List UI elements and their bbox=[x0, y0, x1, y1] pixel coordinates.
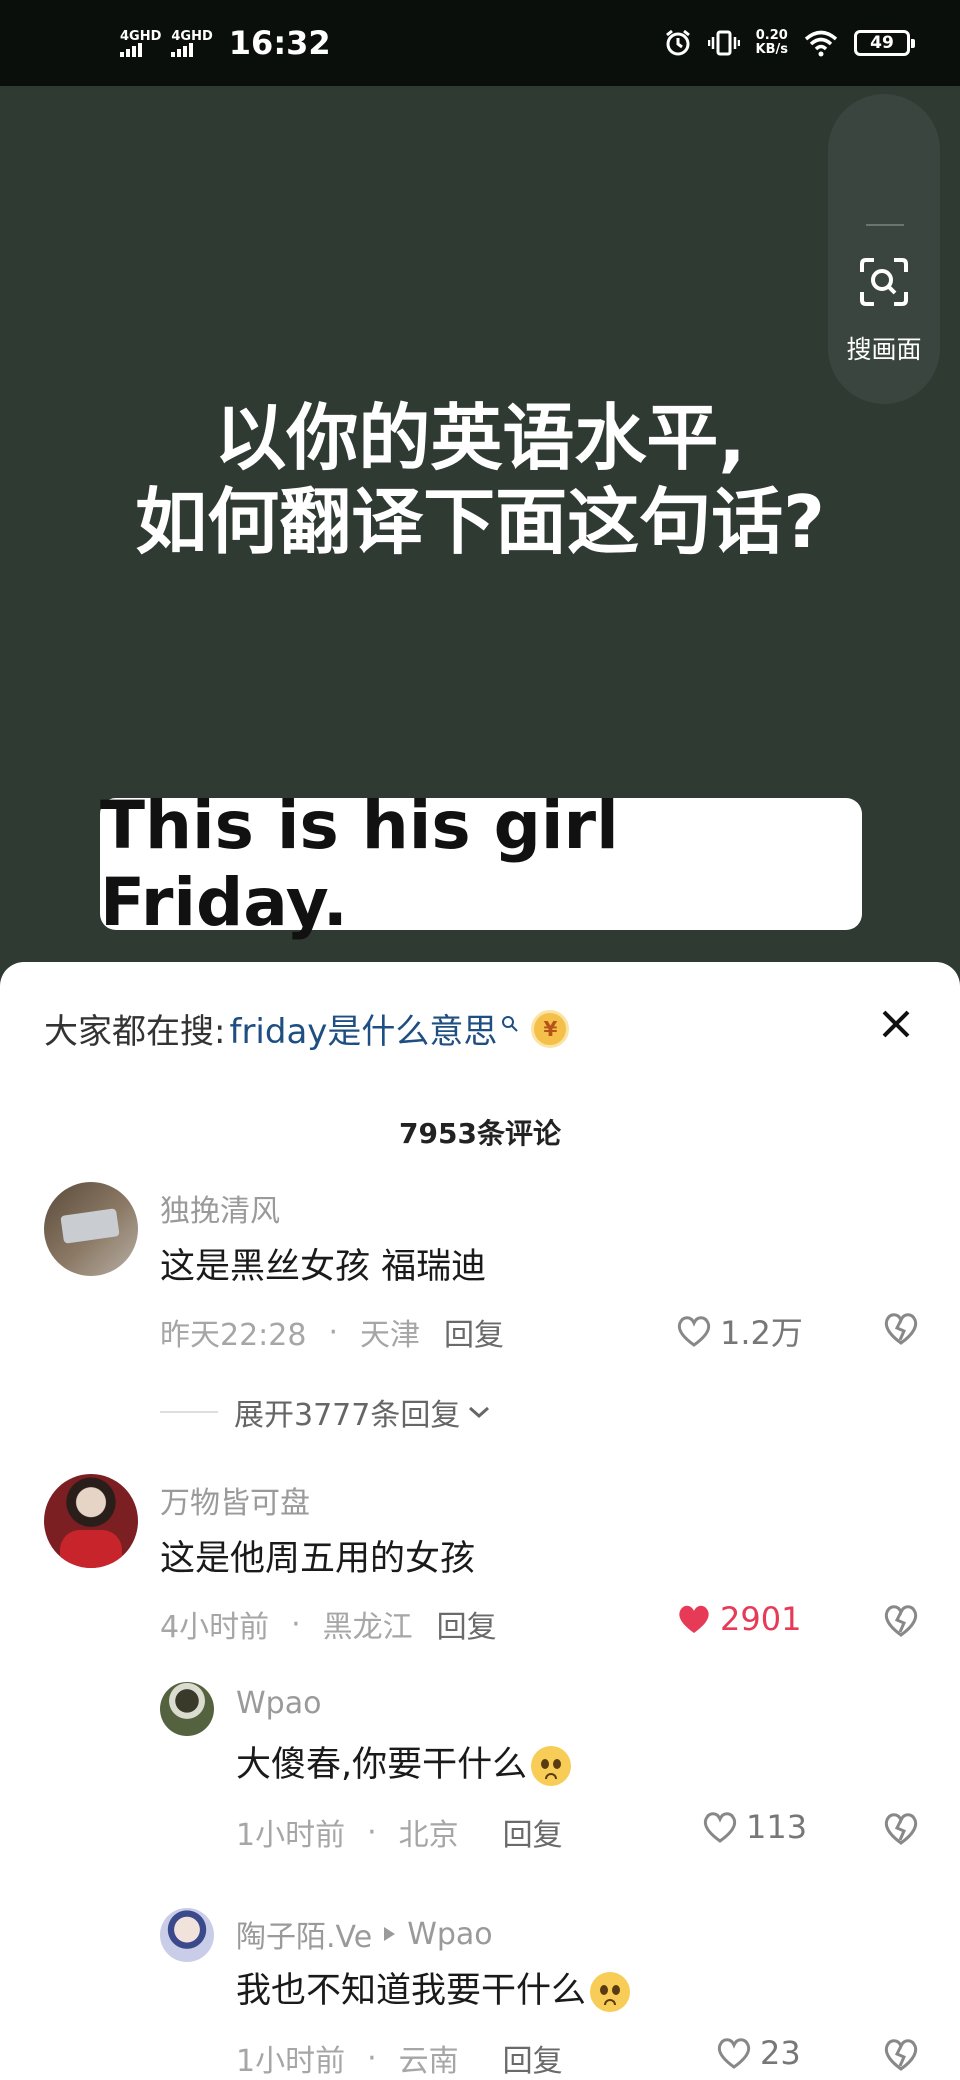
net-speed-value: 0.20 bbox=[755, 28, 788, 43]
wifi-icon bbox=[804, 30, 838, 57]
comment-time: 昨天22:28 bbox=[160, 1318, 307, 1353]
image-search-icon bbox=[860, 258, 908, 306]
comment-time: 4小时前 bbox=[160, 1610, 270, 1645]
reply-time: 1小时前 bbox=[236, 1818, 346, 1853]
headline-line-1: 以你的英语水平, bbox=[214, 396, 746, 480]
reply-username[interactable]: Wpao bbox=[236, 1686, 321, 1721]
reply-button[interactable]: 回复 bbox=[437, 1602, 497, 1646]
like-button[interactable]: 1.2万 bbox=[676, 1308, 803, 1354]
network-speed: 0.20 KB/s bbox=[756, 29, 788, 57]
quote-card: This is his girl Friday. bbox=[100, 787, 862, 941]
reply-text-content: 我也不知道我要干什么 bbox=[236, 1971, 587, 2011]
status-bar: 4GHD 4GHD 16:32 0.20 KB/s 49 bbox=[0, 0, 960, 86]
headline-line-2: 如何翻译下面这句话? bbox=[135, 480, 825, 564]
dislike-icon[interactable] bbox=[882, 1310, 920, 1346]
like-count: 113 bbox=[746, 1808, 808, 1846]
search-screen-label: 搜画面 bbox=[846, 335, 922, 364]
signal-label: 4GHD bbox=[171, 28, 213, 44]
reply-text: 我也不知道我要干什么 bbox=[236, 1962, 631, 2013]
reply-location: 北京 bbox=[398, 1818, 459, 1853]
avatar[interactable] bbox=[160, 1682, 214, 1736]
heart-outline-icon bbox=[703, 1812, 737, 1843]
dislike-icon[interactable] bbox=[882, 2036, 920, 2072]
avatar[interactable] bbox=[44, 1182, 138, 1276]
like-button[interactable]: 2901 bbox=[676, 1600, 801, 1638]
reply-username[interactable]: 陶子陌.Ve bbox=[236, 1912, 372, 1956]
comment-meta: 昨天22:28 · 天津 回复 bbox=[160, 1310, 504, 1354]
avatar[interactable] bbox=[44, 1474, 138, 1568]
quote-text: This is his girl Friday. bbox=[100, 787, 619, 941]
comment-count: 7953条评论 bbox=[399, 1117, 561, 1150]
like-button[interactable]: 23 bbox=[716, 2034, 801, 2072]
comment-text: 这是他周五用的女孩 bbox=[160, 1539, 476, 1579]
search-screen-button[interactable]: 搜画面 bbox=[828, 94, 940, 404]
battery-level: 49 bbox=[870, 33, 894, 53]
search-icon bbox=[502, 1015, 519, 1032]
reply-button[interactable]: 回复 bbox=[503, 2036, 563, 2080]
reply-text-content: 大傻春,你要干什么 bbox=[236, 1745, 528, 1785]
signal-label: 4GHD bbox=[120, 28, 162, 44]
status-left: 4GHD 4GHD 16:32 bbox=[120, 0, 331, 86]
video-player[interactable]: 搜画面 以你的英语水平, 如何翻译下面这句话? This is his girl… bbox=[0, 86, 960, 966]
vibrate-icon bbox=[707, 30, 740, 56]
avatar[interactable] bbox=[160, 1908, 214, 1962]
heart-outline-icon bbox=[677, 1316, 711, 1347]
reply-location: 云南 bbox=[398, 2044, 459, 2079]
comment-meta: 4小时前 · 黑龙江 回复 bbox=[160, 1602, 497, 1646]
trending-search[interactable]: 大家都在搜: friday是什么意思 ¥ bbox=[44, 1004, 570, 1053]
comment-text: 这是黑丝女孩 福瑞迪 bbox=[160, 1247, 487, 1287]
heart-filled-icon bbox=[679, 1605, 709, 1633]
worried-face-icon bbox=[531, 1746, 572, 1786]
expand-label: 展开3777条回复 bbox=[234, 1398, 461, 1433]
trending-prefix: 大家都在搜: bbox=[44, 1012, 226, 1052]
video-headline: 以你的英语水平, 如何翻译下面这句话? bbox=[40, 396, 920, 564]
reply-text: 大傻春,你要干什么 bbox=[236, 1736, 572, 1787]
reply-header: 陶子陌.Ve Wpao bbox=[236, 1912, 493, 1956]
battery-indicator: 49 bbox=[854, 30, 915, 56]
alarm-icon bbox=[665, 29, 690, 56]
reply-button[interactable]: 回复 bbox=[503, 1810, 563, 1854]
signal-icon: 4GHD bbox=[120, 30, 161, 57]
comments-sheet: 大家都在搜: friday是什么意思 ¥ 7953条评论 独挽清风 这是黑丝女孩… bbox=[0, 962, 960, 2080]
net-speed-unit: KB/s bbox=[755, 42, 788, 57]
dislike-icon[interactable] bbox=[882, 1602, 920, 1638]
close-icon[interactable] bbox=[876, 1004, 916, 1044]
comment-username[interactable]: 万物皆可盘 bbox=[160, 1478, 310, 1522]
reply-button[interactable]: 回复 bbox=[444, 1310, 504, 1354]
like-count: 2901 bbox=[720, 1600, 802, 1638]
reply-meta: 1小时前 · 云南 回复 bbox=[236, 2036, 563, 2080]
expand-replies-button[interactable]: 展开3777条回复 bbox=[160, 1390, 492, 1434]
like-count: 1.2万 bbox=[720, 1314, 803, 1352]
trending-query-link[interactable]: friday是什么意思 bbox=[229, 1004, 497, 1053]
comment-location: 黑龙江 bbox=[322, 1610, 413, 1645]
expand-rule bbox=[160, 1411, 218, 1413]
chevron-down-icon bbox=[469, 1406, 490, 1419]
pill-divider bbox=[866, 224, 904, 226]
reply-meta: 1小时前 · 北京 回复 bbox=[236, 1810, 563, 1854]
reply-to-arrow-icon bbox=[384, 1927, 396, 1941]
coin-icon[interactable]: ¥ bbox=[531, 1009, 570, 1048]
comment-username[interactable]: 独挽清风 bbox=[160, 1186, 280, 1230]
reply-time: 1小时前 bbox=[236, 2044, 346, 2079]
worried-face-icon bbox=[590, 1972, 631, 2012]
reply-to-username[interactable]: Wpao bbox=[407, 1917, 492, 1952]
like-count: 23 bbox=[760, 2034, 801, 2072]
status-right: 0.20 KB/s 49 bbox=[664, 0, 915, 86]
clock: 16:32 bbox=[228, 24, 331, 62]
comment-location: 天津 bbox=[360, 1318, 421, 1353]
heart-outline-icon bbox=[717, 2038, 751, 2069]
dislike-icon[interactable] bbox=[882, 1810, 920, 1846]
like-button[interactable]: 113 bbox=[702, 1808, 807, 1846]
signal-icon: 4GHD bbox=[171, 28, 213, 57]
